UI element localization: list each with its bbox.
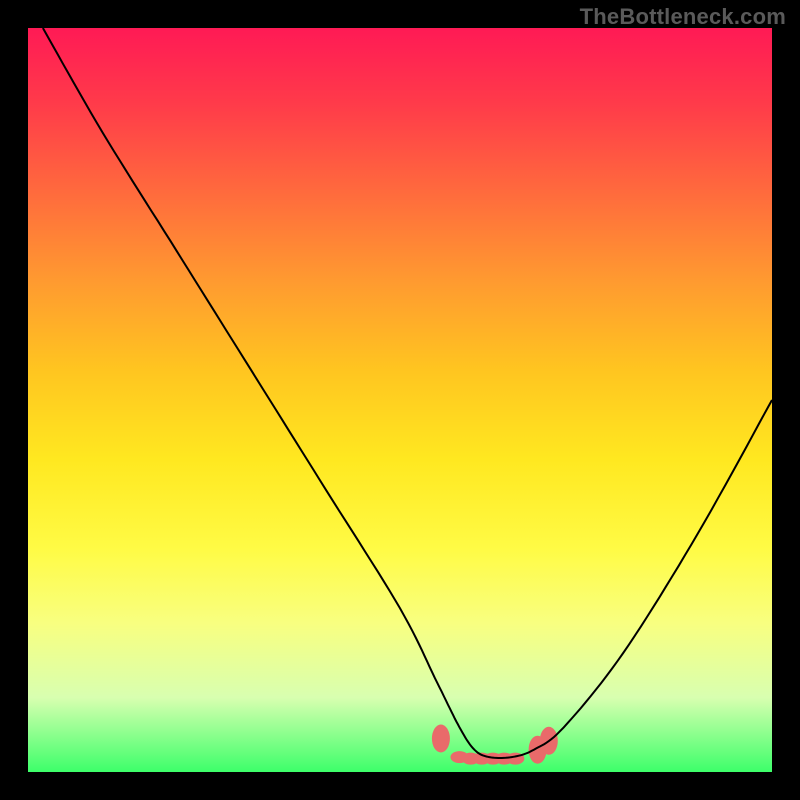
plot-area [28, 28, 772, 772]
marker-dot [432, 725, 450, 753]
bottleneck-curve [43, 28, 772, 758]
watermark-text: TheBottleneck.com [580, 4, 786, 30]
chart-svg [28, 28, 772, 772]
